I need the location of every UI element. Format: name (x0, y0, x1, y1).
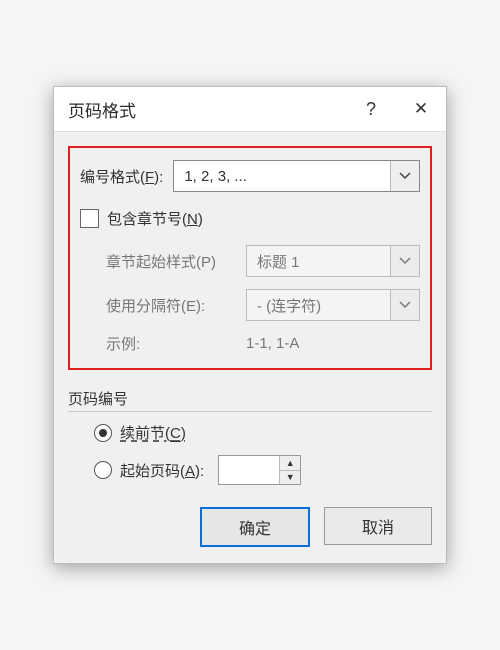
chevron-down-icon (390, 290, 419, 320)
chapter-style-row: 章节起始样式(P) 标题 1 (80, 245, 420, 277)
chapter-style-combo[interactable]: 标题 1 (246, 245, 420, 277)
include-chapter-checkbox[interactable] (80, 209, 99, 228)
chapter-style-value: 标题 1 (247, 251, 390, 272)
example-row: 示例: 1-1, 1-A (80, 333, 420, 354)
spinner-buttons: ▲ ▼ (279, 456, 300, 484)
page-numbering-header: 页码编号 (68, 388, 432, 412)
spinner-down-icon[interactable]: ▼ (280, 470, 300, 485)
example-value: 1-1, 1-A (246, 335, 299, 352)
radio-dot-icon (99, 429, 107, 437)
continue-option-row: 续前节(C) (68, 422, 432, 443)
continue-radio[interactable] (94, 424, 112, 442)
include-chapter-row: 包含章节号(N) (80, 208, 420, 229)
dialog-title: 页码格式 (68, 97, 346, 122)
highlighted-region: 编号格式(F): 1, 2, 3, ... 包含章节号(N) (68, 146, 432, 370)
chevron-down-icon (390, 161, 419, 191)
cancel-button[interactable]: 取消 (324, 507, 432, 545)
start-at-value (219, 456, 279, 484)
titlebar: 页码格式 ? ✕ (54, 87, 446, 132)
number-format-combo[interactable]: 1, 2, 3, ... (173, 160, 420, 192)
number-format-label: 编号格式(F): (80, 166, 163, 187)
number-format-value: 1, 2, 3, ... (174, 168, 390, 185)
include-chapter-label: 包含章节号(N) (107, 208, 203, 229)
start-at-label: 起始页码(A): (120, 460, 204, 481)
start-at-radio[interactable] (94, 461, 112, 479)
continue-label: 续前节(C) (120, 422, 186, 443)
number-format-row: 编号格式(F): 1, 2, 3, ... (80, 160, 420, 192)
separator-combo[interactable]: - (连字符) (246, 289, 420, 321)
start-at-option-row: 起始页码(A): ▲ ▼ (68, 455, 432, 485)
dialog-buttons: 确定 取消 (68, 507, 432, 547)
chevron-down-icon (390, 246, 419, 276)
example-label: 示例: (106, 333, 246, 354)
help-button[interactable]: ? (346, 87, 396, 131)
spinner-up-icon[interactable]: ▲ (280, 456, 300, 470)
close-button[interactable]: ✕ (396, 87, 446, 131)
chapter-style-label: 章节起始样式(P) (106, 251, 246, 272)
separator-label: 使用分隔符(E): (106, 295, 246, 316)
ok-button[interactable]: 确定 (200, 507, 310, 547)
separator-value: - (连字符) (247, 295, 390, 316)
page-number-format-dialog: 页码格式 ? ✕ 编号格式(F): 1, 2, 3, ... (53, 86, 447, 564)
separator-row: 使用分隔符(E): - (连字符) (80, 289, 420, 321)
start-at-spinner[interactable]: ▲ ▼ (218, 455, 301, 485)
